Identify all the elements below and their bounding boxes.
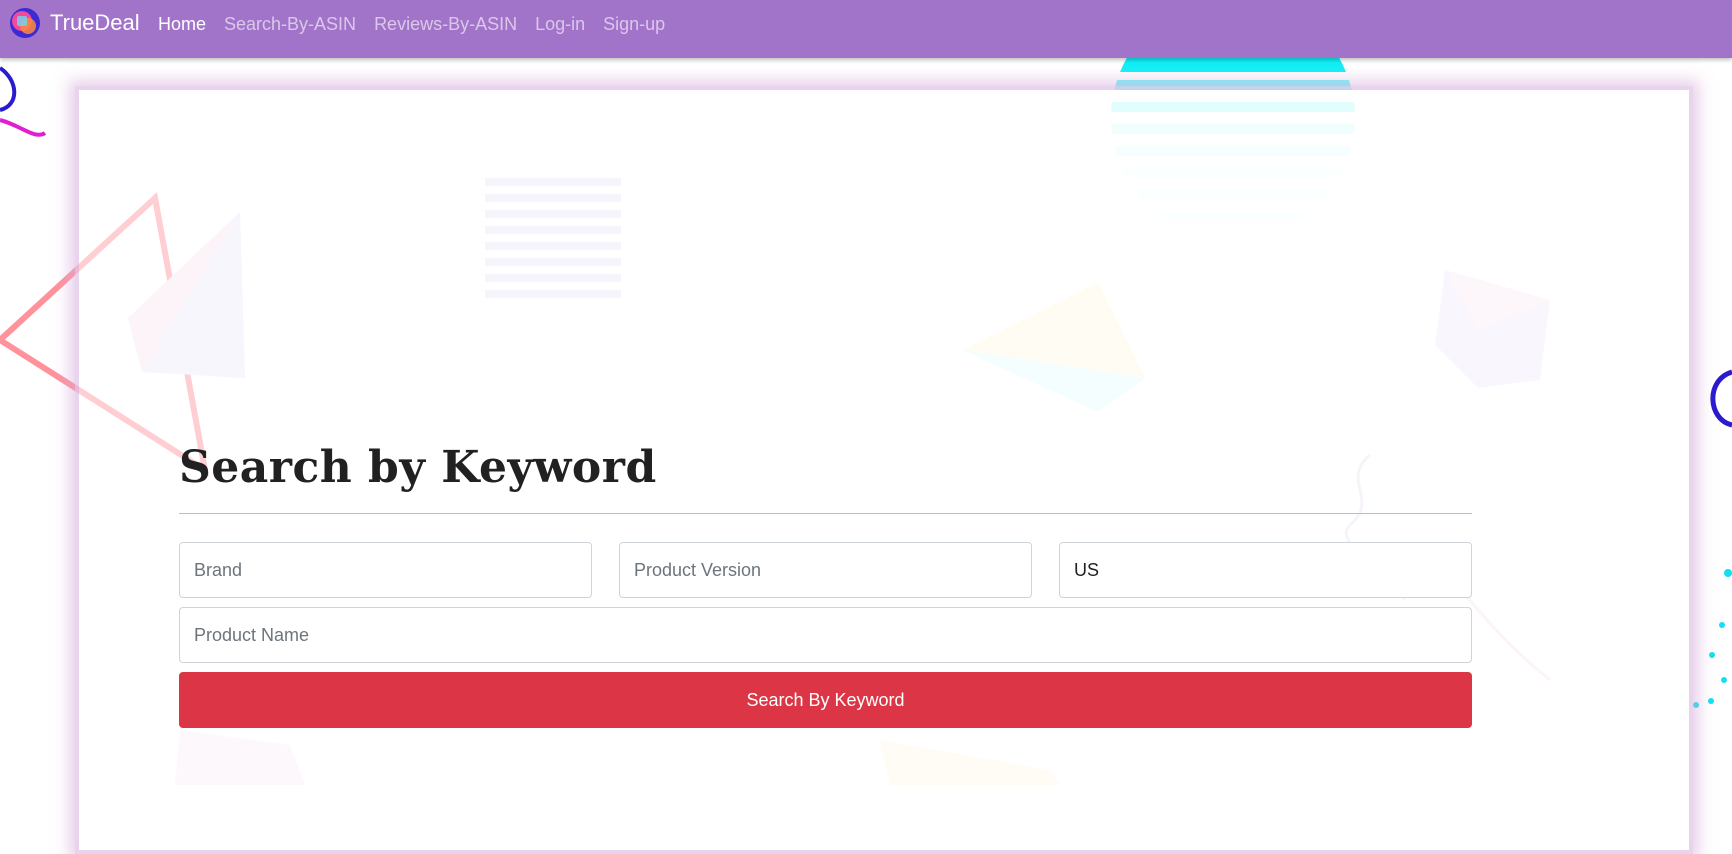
nav-sign-up[interactable]: Sign-up xyxy=(603,14,665,35)
product-version-input[interactable] xyxy=(619,542,1032,598)
brand-input[interactable] xyxy=(179,542,592,598)
nav-links: Home Search-By-ASIN Reviews-By-ASIN Log-… xyxy=(158,0,683,48)
nav-reviews-by-asin[interactable]: Reviews-By-ASIN xyxy=(374,14,517,35)
brand-logo-icon xyxy=(10,8,40,38)
loop-blue-right xyxy=(1710,369,1732,428)
country-input[interactable] xyxy=(1059,542,1472,598)
brand-name: TrueDeal xyxy=(50,10,140,35)
page-title: Search by Keyword xyxy=(179,442,657,493)
dots-cyan xyxy=(1693,569,1732,708)
product-name-input[interactable] xyxy=(179,607,1472,663)
search-form: Search by Keyword Search By Keyword xyxy=(179,438,1472,728)
nav-log-in[interactable]: Log-in xyxy=(535,14,585,35)
nav-home[interactable]: Home xyxy=(158,14,206,35)
title-divider xyxy=(179,513,1472,514)
nav-search-by-asin[interactable]: Search-By-ASIN xyxy=(224,14,356,35)
squiggle-blue-left xyxy=(0,66,17,112)
squiggle-magenta xyxy=(0,118,47,137)
brand-link[interactable]: TrueDeal xyxy=(8,6,140,40)
search-by-keyword-button[interactable]: Search By Keyword xyxy=(179,672,1472,728)
top-navbar: TrueDeal Home Search-By-ASIN Reviews-By-… xyxy=(0,0,1732,58)
form-row-top xyxy=(179,542,1472,598)
